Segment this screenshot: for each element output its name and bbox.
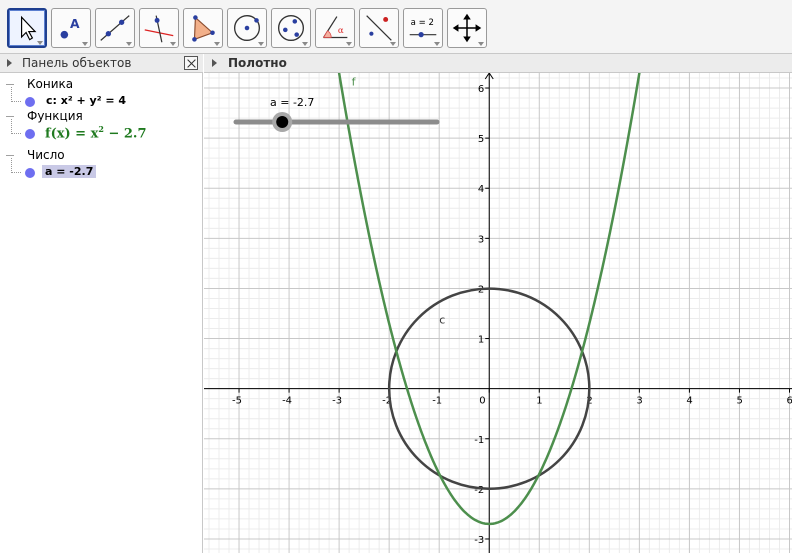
- graphics-panel-title: Полотно: [228, 56, 287, 70]
- x-tick-label: -3: [332, 396, 342, 407]
- category-conic[interactable]: Коника: [0, 77, 200, 93]
- tool-menu-arrow-icon: [434, 42, 440, 46]
- y-tick-label: -1: [474, 435, 484, 446]
- tool-menu-arrow-icon: [478, 42, 484, 46]
- list-item-function-f[interactable]: f(x) = x2 − 2.7: [0, 119, 200, 143]
- x-tick-label: -5: [232, 396, 242, 407]
- grid-minor: [204, 73, 792, 553]
- tool-menu-arrow-icon: [258, 42, 264, 46]
- y-tick-label: 3: [478, 234, 484, 245]
- function-label: f: [352, 76, 357, 89]
- tool-menu-arrow-icon: [170, 42, 176, 46]
- category-label: Число: [27, 148, 65, 162]
- algebra-panel-title: Панель объектов: [22, 56, 132, 70]
- tree-line: [11, 119, 21, 134]
- slider-label: a = -2.7: [270, 96, 314, 109]
- y-tick-label: -2: [474, 485, 484, 496]
- category-label: Функция: [27, 109, 83, 123]
- visibility-dot-icon[interactable]: [25, 168, 35, 178]
- tool-menu-arrow-icon: [302, 42, 308, 46]
- y-tick-label: 4: [478, 184, 484, 195]
- conic-tool-button[interactable]: [271, 8, 311, 48]
- axes: [204, 73, 792, 553]
- object-value: a = -2.7: [42, 165, 97, 178]
- svg-text:α: α: [338, 26, 344, 36]
- y-tick-label: 6: [478, 84, 484, 95]
- collapse-icon[interactable]: [6, 84, 14, 85]
- y-tick-label: 1: [478, 335, 484, 346]
- move-tool-button[interactable]: [7, 8, 47, 48]
- slider-tool-button[interactable]: a = 2: [403, 8, 443, 48]
- slider-tool-label: a = 2: [411, 18, 434, 28]
- tool-menu-arrow-icon: [390, 42, 396, 46]
- tool-menu-arrow-icon: [82, 42, 88, 46]
- reflect-tool-button[interactable]: [359, 8, 399, 48]
- function-base: f(x) = x: [45, 126, 99, 142]
- panel-collapse-arrow-icon[interactable]: [212, 59, 217, 67]
- function-constant: − 2.7: [103, 126, 147, 142]
- angle-tool-button[interactable]: α: [315, 8, 355, 48]
- x-tick-label: -1: [432, 396, 442, 407]
- list-item-number-a[interactable]: a = -2.7: [0, 158, 200, 182]
- collapse-icon[interactable]: [6, 116, 14, 117]
- line-tool-button[interactable]: [95, 8, 135, 48]
- x-tick-label: 3: [636, 396, 642, 407]
- slider-a[interactable]: a = -2.7: [233, 96, 440, 132]
- tree-line: [11, 87, 21, 102]
- slider-knob[interactable]: [276, 116, 289, 128]
- axis-tick-labels: -5 -4 -3 -2 -1 0 1 2 3 4 5 6-3-2-1123456: [232, 84, 792, 546]
- object-value: c: x² + y² = 4: [46, 94, 127, 107]
- x-tick-label: 1: [536, 396, 542, 407]
- grid-major: [204, 73, 792, 553]
- graphics-canvas[interactable]: -5 -4 -3 -2 -1 0 1 2 3 4 5 6-3-2-1123456 f c a = -2…: [204, 73, 792, 553]
- close-icon[interactable]: [184, 56, 198, 70]
- point-tool-button[interactable]: A: [51, 8, 91, 48]
- x-tick-label: -4: [282, 396, 292, 407]
- algebra-panel: Панель объектов Коника c: x² + y² = 4 Фу…: [0, 54, 203, 553]
- move-view-tool-button[interactable]: [447, 8, 487, 48]
- tool-menu-arrow-icon: [37, 41, 43, 45]
- category-function[interactable]: Функция: [0, 109, 200, 125]
- visibility-dot-icon[interactable]: [25, 129, 35, 139]
- circle-label: c: [439, 314, 445, 327]
- visibility-dot-icon[interactable]: [25, 97, 35, 107]
- tool-menu-arrow-icon: [214, 42, 220, 46]
- panel-collapse-arrow-icon[interactable]: [7, 59, 12, 67]
- algebra-panel-header: Панель объектов: [0, 54, 203, 73]
- tool-menu-arrow-icon: [346, 42, 352, 46]
- svg-text:A: A: [70, 17, 80, 31]
- x-tick-label: 4: [686, 396, 692, 407]
- tool-menu-arrow-icon: [126, 42, 132, 46]
- graphics-panel-header: Полотно: [204, 54, 792, 73]
- polygon-tool-button[interactable]: [183, 8, 223, 48]
- function-definition: f(x) = x2 − 2.7: [45, 124, 146, 141]
- y-tick-label: -3: [474, 535, 484, 546]
- x-tick-label: 6: [786, 396, 792, 407]
- toolbar: A α a = 2: [0, 0, 792, 54]
- tree-line: [11, 158, 21, 173]
- y-tick-label: 5: [478, 134, 484, 145]
- graphics-panel: Полотно -5 -4 -3 -2 -1 0 1 2 3 4 5 6 -3 -2 -1 1 2 3 4 5 6 f …: [204, 54, 792, 553]
- category-label: Коника: [27, 77, 74, 91]
- x-tick-label: 5: [736, 396, 742, 407]
- x-tick-label: 0: [479, 396, 485, 407]
- collapse-icon[interactable]: [6, 155, 14, 156]
- category-number[interactable]: Число: [0, 148, 200, 164]
- perpendicular-tool-button[interactable]: [139, 8, 179, 48]
- circle-tool-button[interactable]: [227, 8, 267, 48]
